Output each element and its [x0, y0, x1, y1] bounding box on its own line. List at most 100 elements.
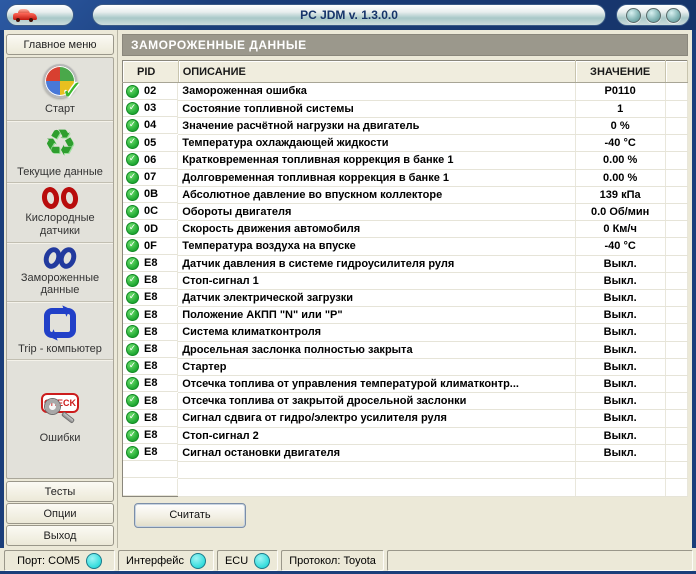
- pid-cell: ✓0D: [123, 221, 178, 238]
- maximize-button[interactable]: [646, 8, 661, 23]
- extra-cell: [665, 410, 687, 427]
- sidebar-nav: ✓ Старт ♻ Текущие данные Кислородные дат…: [6, 57, 114, 479]
- exit-button[interactable]: Выход: [6, 525, 114, 546]
- table-row[interactable]: ✓E8Стоп-сигнал 1Выкл.: [123, 272, 688, 289]
- pid-cell: ✓E8: [123, 255, 178, 272]
- table-row[interactable]: ✓E8Датчик давления в системе гидроусилит…: [123, 255, 688, 272]
- sidebar-item-label: Ошибки: [40, 432, 81, 445]
- recycle-icon: ♻: [44, 125, 76, 163]
- value-cell: 0.0 Об/мин: [575, 203, 665, 220]
- table-row[interactable]: ✓0CОбороты двигателя0.0 Об/мин: [123, 203, 688, 220]
- value-cell: 0 Км/ч: [575, 221, 665, 238]
- description-cell: Отсечка топлива от закрытой дросельной з…: [178, 393, 575, 410]
- table-row[interactable]: ✓03Состояние топливной системы1: [123, 100, 688, 117]
- pid-cell: ✓0C: [123, 203, 178, 220]
- table-row[interactable]: ✓E8СтартерВыкл.: [123, 358, 688, 375]
- sidebar-item-trip-computer[interactable]: Trip - компьютер: [7, 302, 113, 361]
- ok-status-icon: ✓: [126, 171, 139, 184]
- sidebar-item-current-data[interactable]: ♻ Текущие данные: [7, 121, 113, 184]
- action-row: Считать: [122, 497, 688, 533]
- ok-status-icon: ✓: [126, 257, 139, 270]
- ok-status-icon: ✓: [126, 291, 139, 304]
- interface-label: Интерфейс: [126, 555, 184, 567]
- options-button[interactable]: Опции: [6, 503, 114, 524]
- sidebar-item-label: Текущие данные: [17, 166, 103, 179]
- empty-cell: [178, 479, 575, 497]
- value-cell: Выкл.: [575, 289, 665, 306]
- description-cell: Абсолютное давление во впускном коллекто…: [178, 186, 575, 203]
- table-row[interactable]: ✓E8Отсечка топлива от управления темпера…: [123, 375, 688, 392]
- table-row[interactable]: ✓E8Отсечка топлива от закрытой дросельно…: [123, 393, 688, 410]
- start-pie-check-icon: ✓: [41, 62, 79, 100]
- table-row[interactable]: ✓E8Стоп-сигнал 2Выкл.: [123, 427, 688, 444]
- read-button[interactable]: Считать: [134, 503, 246, 528]
- table-row[interactable]: ✓0DСкорость движения автомобиля0 Км/ч: [123, 221, 688, 238]
- table-row[interactable]: ✓0BАбсолютное давление во впускном колле…: [123, 186, 688, 203]
- check-magnifier-icon: CHECK: [37, 393, 83, 429]
- titlebar: PC JDM v. 1.3.0.0: [0, 0, 696, 30]
- description-cell: Положение АКПП "N" или "P": [178, 307, 575, 324]
- ok-status-icon: ✓: [126, 85, 139, 98]
- description-cell: Сигнал остановки двигателя: [178, 444, 575, 461]
- ok-status-icon: ✓: [126, 411, 139, 424]
- sidebar-item-errors[interactable]: CHECK Ошибки: [7, 360, 113, 478]
- column-header-pid[interactable]: PID: [123, 61, 179, 83]
- extra-cell: [665, 255, 687, 272]
- column-header-value[interactable]: ЗНАЧЕНИЕ: [575, 61, 665, 83]
- table-row[interactable]: ✓E8Положение АКПП "N" или "P"Выкл.: [123, 307, 688, 324]
- table-row[interactable]: ✓E8Дросельная заслонка полностью закрыта…: [123, 341, 688, 358]
- sidebar-item-oxygen-sensors[interactable]: Кислородные датчики: [7, 183, 113, 242]
- extra-cell: [665, 307, 687, 324]
- pid-cell: ✓E8: [123, 375, 178, 392]
- ok-status-icon: ✓: [126, 153, 139, 166]
- table-row[interactable]: ✓06Кратковременная топливная коррекция в…: [123, 152, 688, 169]
- pid-value: E8: [144, 360, 157, 372]
- pid-cell: ✓ 02: [123, 83, 178, 100]
- table-row[interactable]: ✓02Замороженная ошибкаP0110: [123, 83, 688, 101]
- table-row[interactable]: ✓0FТемпература воздуха на впуске-40 °C: [123, 238, 688, 255]
- extra-cell: [665, 358, 687, 375]
- pid-value: 02: [144, 85, 156, 97]
- table-row[interactable]: ✓E8Сигнал сдвига от гидро/электро усилит…: [123, 410, 688, 427]
- description-cell: Значение расчётной нагрузки на двигатель: [178, 117, 575, 134]
- description-cell: Стоп-сигнал 2: [178, 427, 575, 444]
- sidebar-bottom-buttons: Тесты Опции Выход: [6, 481, 114, 548]
- table-row[interactable]: ✓07Долговременная топливная коррекция в …: [123, 169, 688, 186]
- tests-button[interactable]: Тесты: [6, 481, 114, 502]
- pid-value: 07: [144, 171, 156, 183]
- pid-value: 0B: [144, 188, 158, 200]
- table-row[interactable]: ✓E8Сигнал остановки двигателяВыкл.: [123, 444, 688, 461]
- table-row[interactable]: ✓E8Датчик электрической загрузкиВыкл.: [123, 289, 688, 306]
- statusbar: Порт: COM5 Интерфейс ECU Протокол: Toyot…: [0, 548, 696, 574]
- pid-value: 0D: [144, 223, 158, 235]
- pid-value: E8: [144, 343, 157, 355]
- pid-cell: ✓E8: [123, 444, 178, 461]
- pid-cell: ✓0F: [123, 238, 178, 255]
- main-menu-button[interactable]: Главное меню: [6, 34, 114, 55]
- pid-cell: ✓ 07: [123, 169, 178, 186]
- sidebar-item-label: Trip - компьютер: [18, 343, 102, 356]
- table-row[interactable]: ✓E8Система климатконтроляВыкл.: [123, 324, 688, 341]
- ok-status-icon: ✓: [126, 102, 139, 115]
- table-row[interactable]: ✓05Температура охлаждающей жидкости-40 °…: [123, 135, 688, 152]
- sidebar-item-start[interactable]: ✓ Старт: [7, 58, 113, 121]
- value-cell: Выкл.: [575, 272, 665, 289]
- ok-status-icon: ✓: [126, 377, 139, 390]
- table-row[interactable]: ✓04Значение расчётной нагрузки на двигат…: [123, 117, 688, 134]
- value-cell: Выкл.: [575, 307, 665, 324]
- sidebar-item-frozen-data[interactable]: Замороженные данные: [7, 243, 113, 302]
- sidebar-item-label: Замороженные данные: [8, 272, 112, 297]
- ok-status-icon: ✓: [126, 119, 139, 132]
- column-header-extra: [665, 61, 687, 83]
- column-header-description[interactable]: ОПИСАНИЕ: [178, 61, 575, 83]
- freeze-frame-table: PID ОПИСАНИЕ ЗНАЧЕНИЕ ✓02Замороженная ош…: [122, 60, 688, 497]
- interface-led-icon: [190, 553, 206, 569]
- close-button[interactable]: [666, 8, 681, 23]
- minimize-button[interactable]: [626, 8, 641, 23]
- page-title: ЗАМОРОЖЕННЫЕ ДАННЫЕ: [122, 34, 688, 56]
- pid-value: 06: [144, 154, 156, 166]
- extra-cell: [665, 203, 687, 220]
- pid-cell: ✓05: [123, 135, 178, 152]
- description-cell: Датчик давления в системе гидроусилителя…: [178, 255, 575, 272]
- description-cell: Стартер: [178, 358, 575, 375]
